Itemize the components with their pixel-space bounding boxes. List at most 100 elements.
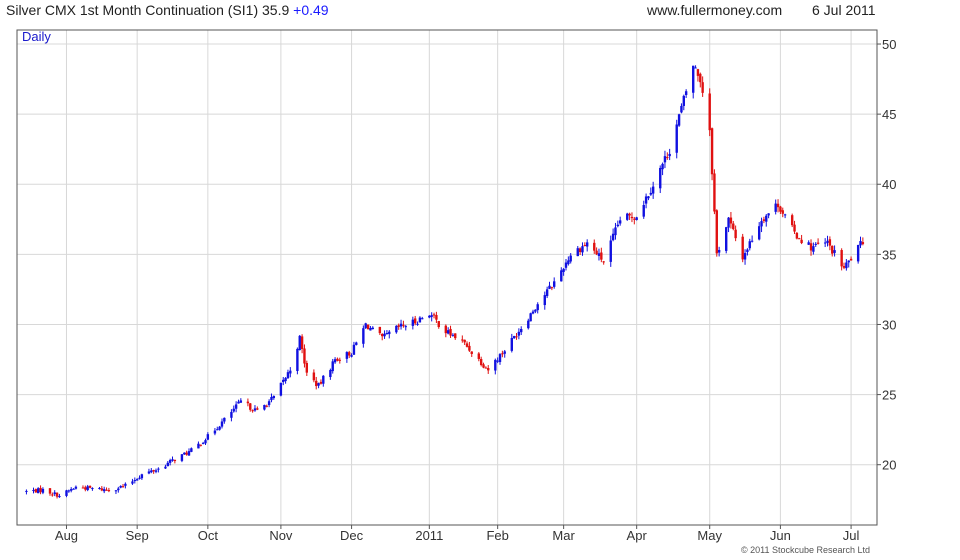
up-candle (117, 486, 120, 493)
down-candle (256, 406, 259, 411)
candlestick-series (25, 65, 865, 499)
candle-body (220, 421, 224, 427)
y-tick-label: 40 (882, 177, 896, 192)
up-candle (364, 322, 367, 330)
candle-body (611, 233, 615, 241)
down-candle (840, 248, 843, 271)
candle-body (428, 315, 431, 318)
up-candle (263, 404, 266, 411)
candle-body (378, 326, 382, 334)
candle-body (150, 470, 153, 473)
x-tick-label: 2011 (415, 528, 443, 543)
candle-body (37, 488, 40, 494)
candle-body (840, 250, 843, 267)
candle-body (725, 227, 728, 251)
candle-body (152, 470, 155, 472)
up-candle (25, 489, 28, 495)
down-candle (315, 376, 318, 390)
candle-body (199, 444, 202, 446)
y-axis: 20 25 30 35 40 45 50 (877, 37, 896, 473)
up-candle (767, 213, 770, 219)
candle-body (812, 246, 815, 252)
candle-body (190, 448, 193, 452)
up-candle (69, 487, 73, 493)
candle-body (338, 359, 341, 361)
candle-body (470, 351, 473, 354)
candle-body (633, 218, 636, 220)
candle-body (140, 474, 144, 479)
candle-body (435, 314, 438, 320)
down-candle (578, 247, 582, 255)
up-candle (826, 235, 829, 247)
candle-body (578, 248, 582, 253)
up-candle (404, 324, 407, 331)
down-candle (39, 485, 42, 495)
candle-body (748, 241, 751, 249)
candle-body (845, 262, 848, 269)
candle-body (465, 343, 469, 347)
up-candle (147, 468, 151, 475)
down-candle (790, 213, 794, 228)
candle-body (279, 382, 283, 396)
up-candle (345, 351, 349, 363)
down-candle (312, 369, 316, 383)
up-candle (140, 473, 144, 480)
up-candle (564, 259, 568, 271)
candle-body (100, 488, 104, 491)
candle-body (454, 333, 457, 339)
down-candle (501, 350, 504, 358)
down-candle (781, 207, 784, 218)
up-candle (164, 464, 167, 469)
x-tick-label: Feb (486, 528, 508, 543)
down-candle (107, 487, 111, 493)
up-candle (659, 165, 662, 194)
candle-body (684, 91, 688, 95)
up-candle (58, 493, 61, 498)
candle-body (774, 203, 777, 212)
candle-body (296, 348, 299, 371)
candle-body (630, 216, 634, 219)
up-candle (677, 113, 681, 127)
up-candle (395, 325, 398, 334)
candle-body (51, 494, 54, 496)
candle-body (732, 223, 735, 230)
candle-body (432, 314, 436, 316)
candle-body (218, 426, 221, 430)
candle-body (501, 353, 504, 355)
up-candle (520, 326, 523, 336)
down-candle (699, 72, 702, 88)
candle-body (550, 287, 554, 289)
up-candle (663, 150, 667, 169)
up-candle (694, 65, 697, 69)
candle-body (503, 351, 506, 354)
up-candle (597, 248, 601, 261)
up-candle (430, 312, 433, 322)
candle-body (263, 404, 266, 410)
up-candle (98, 486, 101, 490)
candle-body (204, 440, 207, 444)
candle-body (692, 65, 695, 93)
x-tick-label: Nov (269, 528, 293, 543)
down-candle (482, 362, 485, 369)
down-candle (432, 312, 436, 319)
up-candle (399, 319, 403, 330)
up-candle (859, 236, 862, 249)
x-tick-label: Apr (627, 528, 648, 543)
down-candle (583, 242, 587, 247)
down-candle (470, 351, 473, 357)
down-candle (449, 325, 452, 338)
up-candle (743, 249, 747, 265)
down-candle (595, 247, 598, 256)
up-candle (553, 277, 556, 289)
candle-body (187, 451, 191, 456)
candle-body (206, 434, 210, 440)
up-candle (133, 477, 137, 484)
up-candle (668, 148, 671, 161)
y-tick-label: 35 (882, 247, 896, 262)
up-candle (352, 341, 356, 355)
x-tick-label: Oct (198, 528, 219, 543)
down-candle (809, 239, 813, 256)
down-candle (366, 324, 370, 330)
down-candle (185, 450, 188, 456)
price-chart: 20 25 30 35 40 45 50 Aug Sep Oct Nov Dec 2011 Feb Mar… (16, 29, 896, 543)
